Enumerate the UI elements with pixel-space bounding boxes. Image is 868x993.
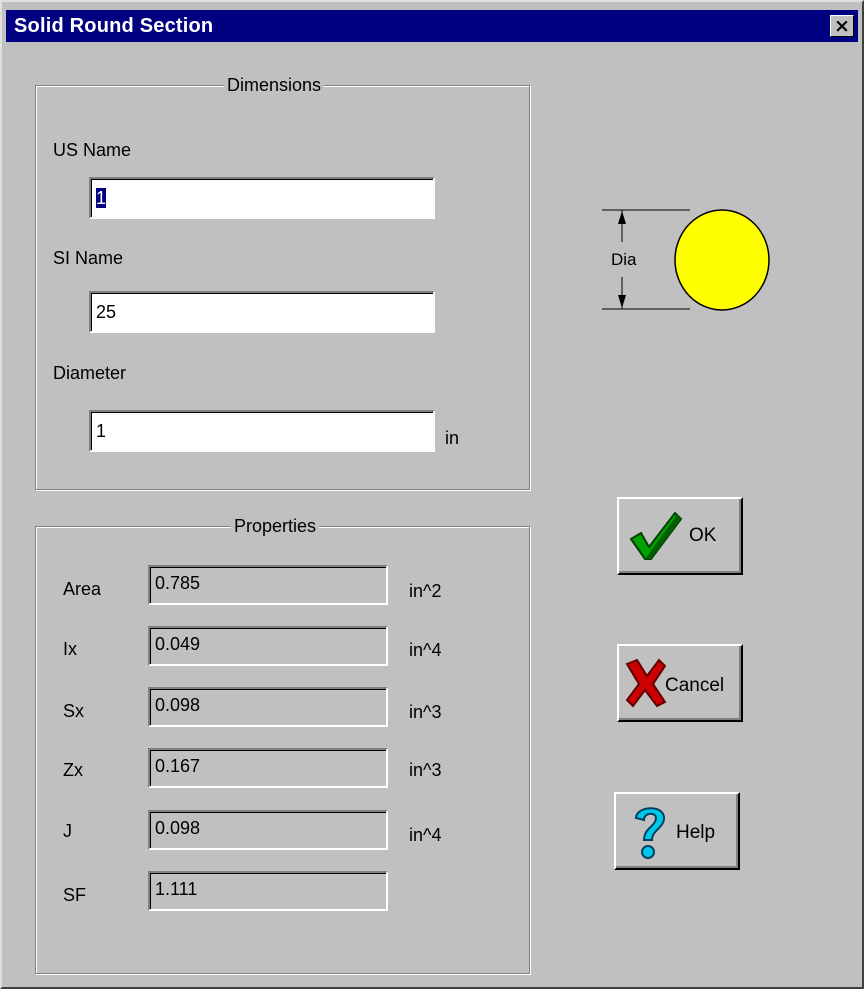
property-label-ix: Ix (63, 639, 78, 659)
si-name-label: SI Name (53, 248, 124, 268)
dimension-down-arrowhead-icon (618, 295, 626, 308)
dimensions-legend: Dimensions (224, 74, 325, 96)
diameter-value: 1 (96, 421, 107, 441)
window-title: Solid Round Section (14, 15, 214, 37)
property-unit-area: in^2 (409, 581, 442, 601)
circle-section-shape (674, 209, 770, 311)
property-unit-zx: in^3 (409, 760, 442, 780)
property-label-sf: SF (63, 885, 87, 905)
property-label-zx: Zx (63, 760, 83, 780)
help-label: Help (676, 822, 716, 843)
property-label-sx: Sx (63, 701, 85, 721)
diameter-label: Diameter (53, 363, 127, 383)
cancel-button[interactable]: Cancel (617, 644, 743, 722)
diameter-unit: in (445, 428, 460, 448)
checkmark-icon (629, 511, 683, 560)
property-label-area: Area (63, 579, 102, 599)
close-icon: × (834, 15, 850, 37)
dimension-up-arrowhead-icon (618, 211, 626, 224)
help-button[interactable]: Help (614, 792, 740, 870)
property-value-sx: 0.098 (148, 687, 388, 727)
us-name-label: US Name (53, 140, 132, 160)
property-value-ix: 0.049 (148, 626, 388, 666)
property-value-area: 0.785 (148, 565, 388, 605)
properties-legend: Properties (231, 515, 320, 537)
property-value-sf: 1.111 (148, 871, 388, 911)
property-value-zx: 0.167 (148, 748, 388, 788)
property-unit-j: in^4 (409, 825, 442, 845)
us-name-value: 1 (96, 188, 107, 208)
dialog-window: Solid Round Section × Dimensions US Name… (0, 0, 864, 989)
property-label-j: J (63, 821, 72, 841)
si-name-input[interactable]: 25 (89, 291, 435, 333)
dimension-label: Dia (611, 250, 637, 269)
section-diagram: Dia (602, 209, 770, 311)
diameter-input[interactable]: 1 (89, 410, 435, 452)
ok-label: OK (689, 525, 717, 546)
si-name-value: 25 (96, 302, 117, 322)
question-mark-icon (634, 807, 666, 859)
us-name-input[interactable]: 1 (89, 177, 435, 219)
red-x-icon (625, 658, 667, 708)
property-value-j: 0.098 (148, 810, 388, 850)
cancel-label: Cancel (665, 675, 725, 696)
property-unit-sx: in^3 (409, 702, 442, 722)
close-button[interactable]: × (830, 15, 854, 37)
title-bar[interactable]: Solid Round Section × (6, 10, 858, 42)
property-unit-ix: in^4 (409, 640, 442, 660)
ok-button[interactable]: OK (617, 497, 743, 575)
